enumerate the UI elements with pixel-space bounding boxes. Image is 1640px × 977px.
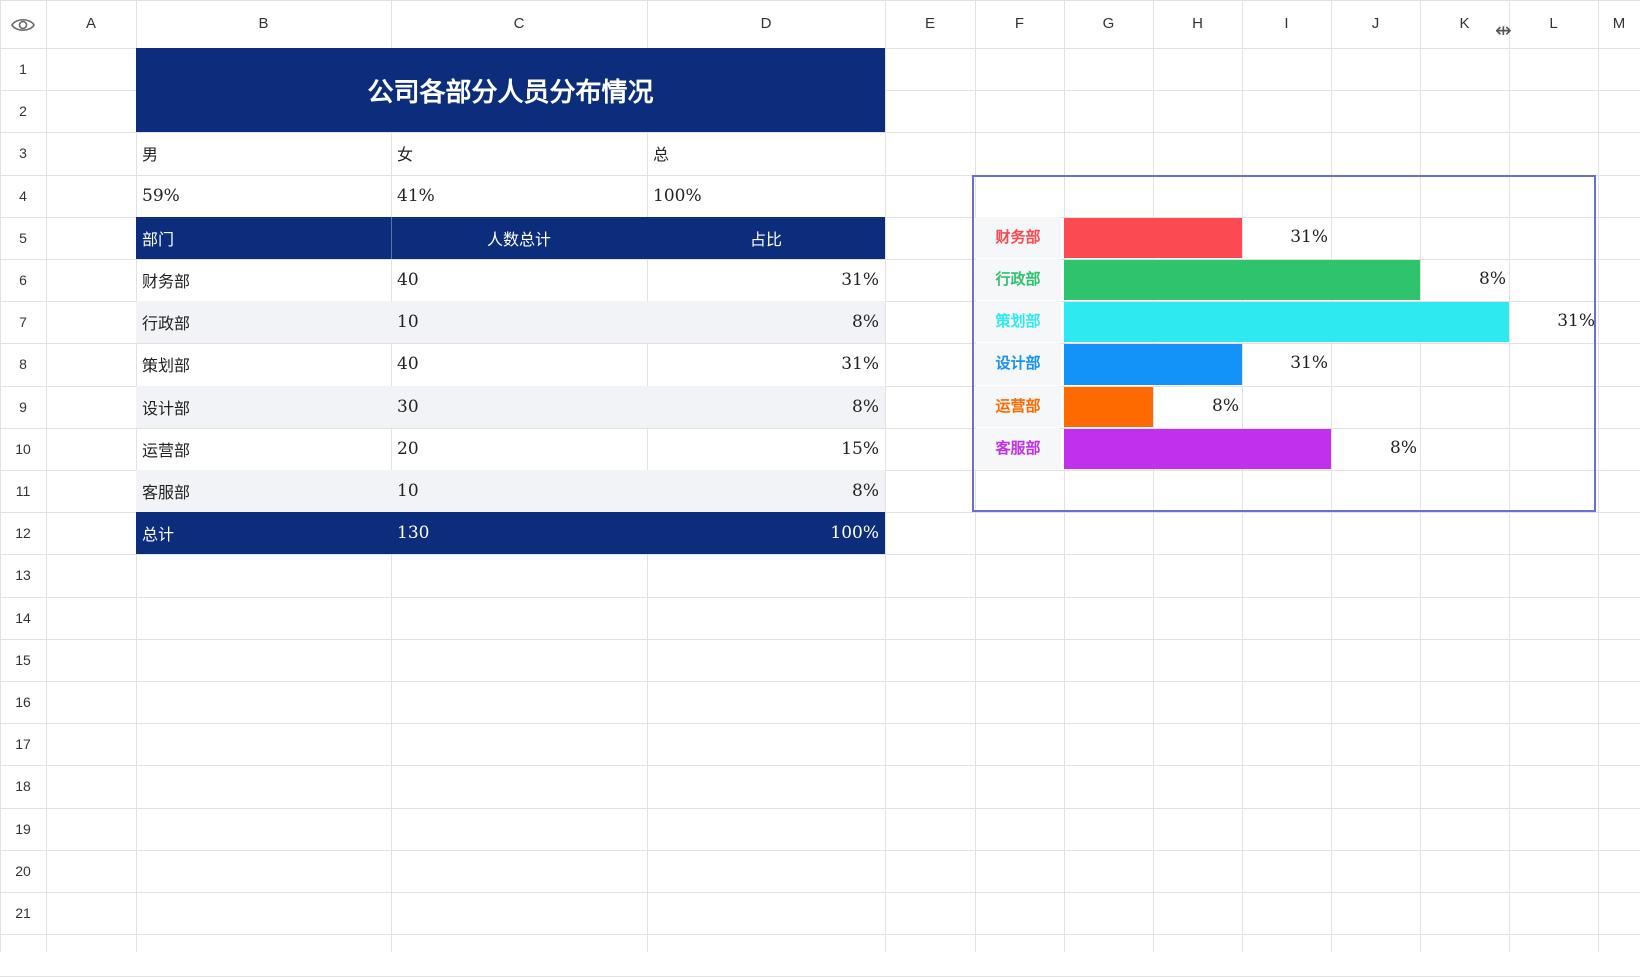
table-row-count[interactable]: 10	[391, 301, 647, 344]
table-row-dept[interactable]: 财务部	[136, 259, 391, 301]
table-header-dept[interactable]: 部门	[136, 216, 391, 259]
column-header-e[interactable]: E	[885, 0, 975, 48]
grid-row-line	[0, 723, 1640, 725]
grid-row-line	[0, 596, 1640, 598]
gender-value[interactable]: 41%	[391, 175, 647, 217]
column-header-j[interactable]: J	[1331, 0, 1420, 48]
grid-row-line	[0, 807, 1640, 809]
row-header-14[interactable]: 14	[0, 597, 46, 639]
table-row-count[interactable]: 30	[391, 385, 647, 428]
column-header-d[interactable]: D	[647, 0, 885, 48]
grid-col-line	[46, 0, 47, 952]
table-row-dept[interactable]: 策划部	[136, 343, 391, 385]
header-divider	[391, 216, 392, 259]
row-header-15[interactable]: 15	[0, 639, 46, 681]
table-header-pct[interactable]: 占比	[647, 216, 885, 259]
column-header-l[interactable]: L	[1509, 0, 1598, 48]
grid-row-line	[0, 681, 1640, 682]
table-total-count[interactable]: 130	[391, 512, 647, 555]
column-header-h[interactable]: H	[1153, 0, 1242, 48]
gender-value[interactable]: 100%	[647, 175, 885, 217]
column-header-g[interactable]: G	[1064, 0, 1153, 48]
row-header-partial	[0, 934, 46, 944]
table-row-pct[interactable]: 8%	[647, 470, 885, 513]
grid-row-line	[0, 892, 1640, 893]
table-total-pct[interactable]: 100%	[647, 512, 885, 555]
bar-chart[interactable]	[972, 175, 1596, 512]
table-header-count[interactable]: 人数总计	[391, 216, 647, 259]
table-row-pct[interactable]: 8%	[647, 301, 885, 344]
column-header-c[interactable]: C	[391, 0, 647, 48]
table-row-dept[interactable]: 设计部	[136, 385, 391, 428]
row-header-4[interactable]: 4	[0, 175, 46, 217]
table-total-label[interactable]: 总计	[136, 512, 391, 555]
row-header-6[interactable]: 6	[0, 259, 46, 301]
table-row-dept[interactable]: 运营部	[136, 428, 391, 470]
sheet-title: 公司各部分人员分布情况	[136, 48, 885, 133]
row-header-3[interactable]: 3	[0, 132, 46, 174]
gender-label[interactable]: 女	[391, 132, 647, 174]
row-header-8[interactable]: 8	[0, 343, 46, 385]
column-header-a[interactable]: A	[46, 0, 136, 48]
row-header-20[interactable]: 20	[0, 850, 46, 892]
column-resize-cursor-icon: ⇹	[1495, 18, 1512, 42]
grid-row-line	[0, 765, 1640, 767]
gender-label[interactable]: 总	[647, 132, 885, 174]
table-row-pct[interactable]: 8%	[647, 385, 885, 428]
column-header-i[interactable]: I	[1242, 0, 1331, 48]
grid-row-line	[0, 849, 1640, 851]
row-header-12[interactable]: 12	[0, 512, 46, 554]
gender-value[interactable]: 59%	[136, 175, 391, 217]
grid-row-line	[0, 554, 1640, 556]
table-row-count[interactable]: 20	[391, 428, 647, 470]
row-header-7[interactable]: 7	[0, 301, 46, 343]
row-header-18[interactable]: 18	[0, 765, 46, 807]
table-row-pct[interactable]: 15%	[647, 428, 885, 470]
grid-row-line	[0, 934, 1640, 936]
table-row-pct[interactable]: 31%	[647, 259, 885, 301]
eye-icon[interactable]	[10, 14, 36, 36]
row-header-2[interactable]: 2	[0, 90, 46, 132]
row-header-9[interactable]: 9	[0, 386, 46, 428]
row-header-16[interactable]: 16	[0, 681, 46, 723]
grid-col-line	[1598, 0, 1599, 952]
grid-row-line	[0, 638, 1640, 640]
column-header-b[interactable]: B	[136, 0, 391, 48]
row-header-19[interactable]: 19	[0, 808, 46, 850]
table-row-pct[interactable]: 31%	[647, 343, 885, 385]
column-header-f[interactable]: F	[975, 0, 1064, 48]
row-header-1[interactable]: 1	[0, 48, 46, 90]
row-header-11[interactable]: 11	[0, 470, 46, 512]
gender-label[interactable]: 男	[136, 132, 391, 174]
row-header-5[interactable]: 5	[0, 217, 46, 259]
table-row-count[interactable]: 10	[391, 470, 647, 513]
row-header-21[interactable]: 21	[0, 892, 46, 934]
column-header-m[interactable]: M	[1598, 0, 1640, 48]
table-row-dept[interactable]: 行政部	[136, 301, 391, 344]
row-header-17[interactable]: 17	[0, 723, 46, 765]
table-row-dept[interactable]: 客服部	[136, 470, 391, 513]
row-header-10[interactable]: 10	[0, 428, 46, 470]
grid-col-line	[885, 0, 886, 952]
row-header-13[interactable]: 13	[0, 554, 46, 596]
table-row-count[interactable]: 40	[391, 259, 647, 301]
table-row-count[interactable]: 40	[391, 343, 647, 385]
